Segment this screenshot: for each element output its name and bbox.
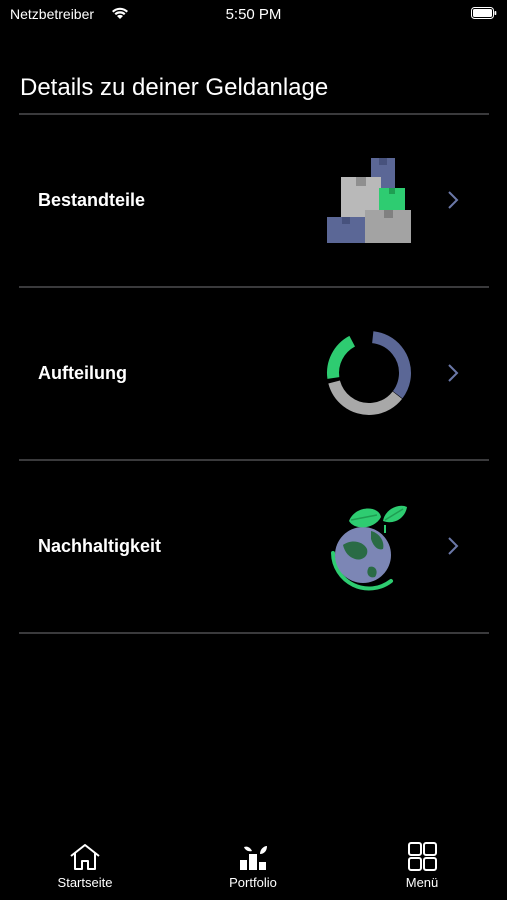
donut-chart-icon [327,331,411,415]
globe-leaf-icon [331,505,407,591]
grid-icon [408,842,437,871]
chevron-right-icon [448,537,459,555]
tab-bar: Startseite Portfolio Menü [0,838,507,900]
tab-menue[interactable]: Menü [367,842,477,898]
row-bestandteile[interactable]: Bestandteile [19,115,489,285]
tab-label: Menü [405,875,439,890]
chevron-right-icon [448,364,459,382]
row-nachhaltigkeit[interactable]: Nachhaltigkeit [19,461,489,631]
battery-icon [471,7,497,19]
page-title: Details zu deiner Geldanlage [20,74,329,102]
divider [19,632,489,634]
home-icon [70,844,100,870]
row-label: Bestandteile [38,189,146,210]
tab-label: Portfolio [229,875,277,890]
row-label: Aufteilung [38,362,127,383]
boxes-icon [327,158,411,243]
tab-portfolio[interactable]: Portfolio [198,842,308,898]
status-time: 5:50 PM [225,6,282,23]
chevron-right-icon [448,191,459,209]
tab-label: Startseite [57,875,113,890]
row-aufteilung[interactable]: Aufteilung [19,288,489,458]
row-label: Nachhaltigkeit [38,535,162,556]
tab-startseite[interactable]: Startseite [30,842,140,898]
portfolio-icon [240,846,267,870]
status-bar: Netzbetreiber 5:50 PM [0,0,507,30]
